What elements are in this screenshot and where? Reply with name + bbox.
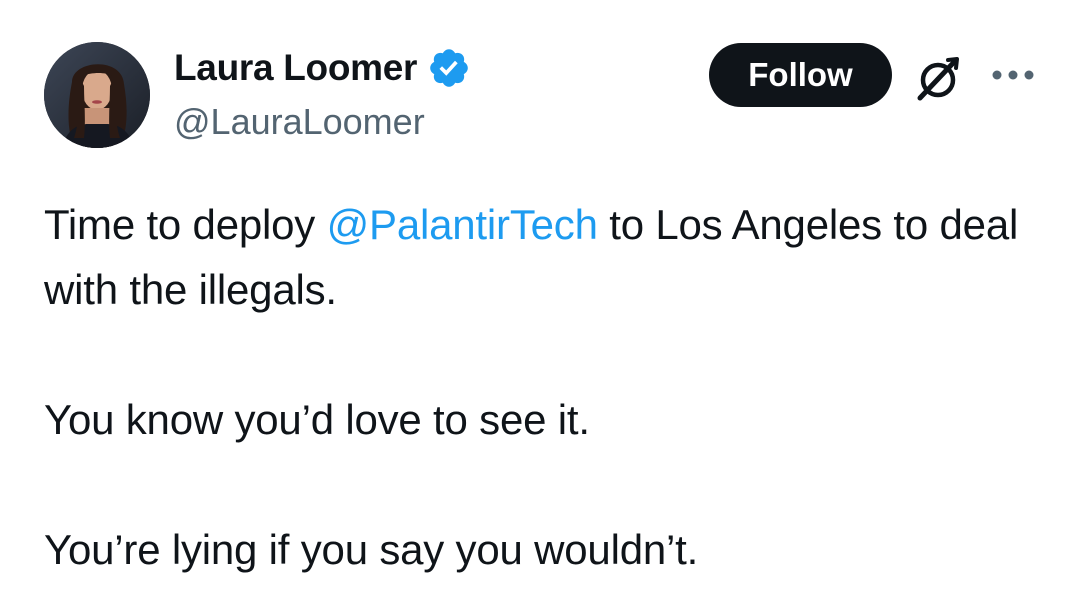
verified-badge-icon[interactable] xyxy=(427,46,471,90)
more-horizontal-icon[interactable] xyxy=(990,64,1036,86)
tweet-body: Time to deploy @PalantirTech to Los Ange… xyxy=(44,192,1044,582)
mention-link[interactable]: @PalantirTech xyxy=(327,201,598,248)
author-avatar[interactable] xyxy=(44,42,150,148)
tweet-paragraph-2: You know you’d love to see it. xyxy=(44,396,590,443)
avatar-photo xyxy=(44,42,150,148)
tweet-card: Laura Loomer @LauraLoomer Follow Time to… xyxy=(0,0,1074,590)
author-name[interactable]: Laura Loomer xyxy=(174,47,417,89)
author-handle[interactable]: @LauraLoomer xyxy=(174,101,425,143)
grok-slash-icon[interactable] xyxy=(912,52,964,104)
tweet-paragraph-1: Time to deploy @PalantirTech to Los Ange… xyxy=(44,192,1044,322)
tweet-text-before-mention: Time to deploy xyxy=(44,201,327,248)
tweet-paragraph-3: You’re lying if you say you wouldn’t. xyxy=(44,526,699,573)
follow-button[interactable]: Follow xyxy=(709,43,892,107)
author-name-row[interactable]: Laura Loomer xyxy=(174,46,471,90)
